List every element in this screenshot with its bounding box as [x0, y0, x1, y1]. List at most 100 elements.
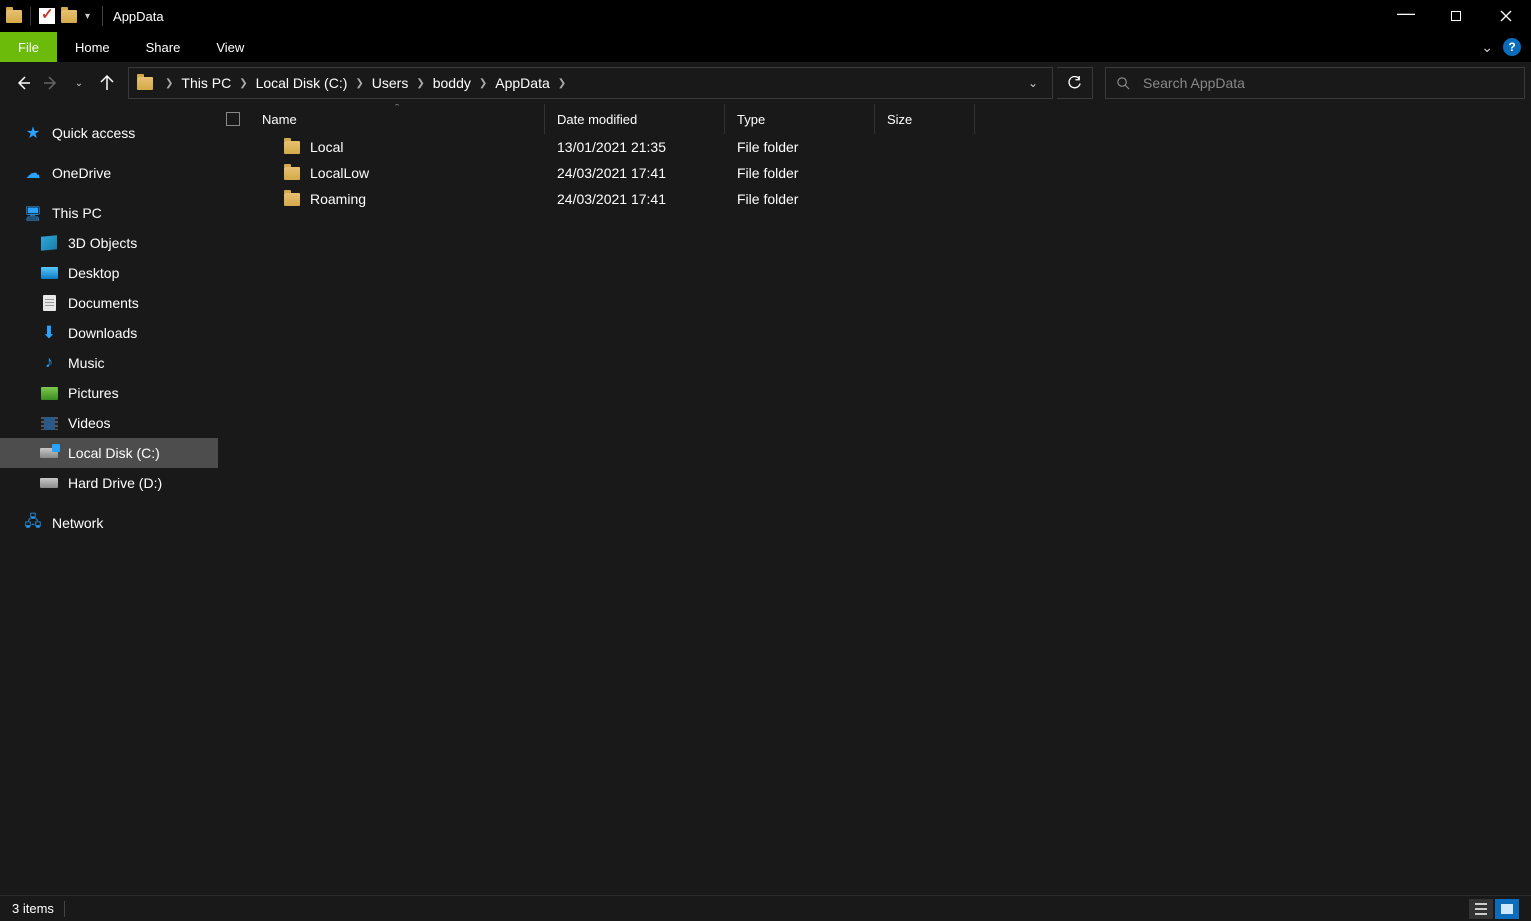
- breadcrumb-item[interactable]: AppData: [493, 75, 551, 91]
- column-label: Type: [737, 112, 765, 127]
- status-item-count: 3 items: [12, 901, 54, 916]
- chevron-right-icon[interactable]: ❯: [558, 78, 566, 89]
- back-button[interactable]: [12, 72, 34, 94]
- sort-indicator-icon: ⌃: [393, 104, 401, 113]
- new-folder-icon[interactable]: [61, 10, 77, 23]
- column-label: Size: [887, 112, 912, 127]
- cloud-icon: ☁: [24, 164, 42, 182]
- desktop-icon: [40, 264, 58, 282]
- ribbon-tabs: File Home Share View ⌄ ?: [0, 32, 1531, 62]
- tree-music[interactable]: ♪ Music: [0, 348, 218, 378]
- maximize-button[interactable]: [1431, 0, 1481, 32]
- tree-label: 3D Objects: [68, 235, 137, 251]
- star-icon: ★: [24, 124, 42, 142]
- pc-icon: 🖥: [24, 204, 42, 222]
- column-size[interactable]: Size: [875, 104, 975, 134]
- chevron-right-icon[interactable]: ❯: [416, 78, 424, 89]
- tree-label: Downloads: [68, 325, 137, 341]
- help-icon[interactable]: ?: [1503, 38, 1521, 56]
- tree-label: This PC: [52, 205, 102, 221]
- chevron-right-icon[interactable]: ❯: [479, 78, 487, 89]
- tree-desktop[interactable]: Desktop: [0, 258, 218, 288]
- separator: [64, 901, 65, 917]
- status-bar: 3 items: [0, 895, 1531, 921]
- close-button[interactable]: [1481, 0, 1531, 32]
- file-row[interactable]: LocalLow 24/03/2021 17:41 File folder: [218, 160, 1531, 186]
- search-box[interactable]: [1105, 67, 1525, 99]
- breadcrumb-item[interactable]: boddy: [431, 75, 473, 91]
- column-date[interactable]: Date modified: [545, 104, 725, 134]
- tree-pictures[interactable]: Pictures: [0, 378, 218, 408]
- file-row[interactable]: Local 13/01/2021 21:35 File folder: [218, 134, 1531, 160]
- drive-icon: [40, 444, 58, 462]
- file-date: 24/03/2021 17:41: [545, 191, 725, 207]
- qat-dropdown-icon[interactable]: ▾: [83, 11, 92, 22]
- properties-icon[interactable]: [39, 8, 55, 24]
- view-toggle: [1469, 899, 1519, 919]
- large-icons-view-button[interactable]: [1495, 899, 1519, 919]
- tree-label: Local Disk (C:): [68, 445, 160, 461]
- tab-home[interactable]: Home: [57, 32, 128, 62]
- navigation-bar: ⌄ ❯ This PC ❯ Local Disk (C:) ❯ Users ❯ …: [0, 62, 1531, 104]
- tree-label: Desktop: [68, 265, 119, 281]
- breadcrumb-item[interactable]: Users: [370, 75, 411, 91]
- tab-share[interactable]: Share: [128, 32, 199, 62]
- file-type: File folder: [725, 165, 875, 181]
- tree-onedrive[interactable]: ☁ OneDrive: [0, 158, 218, 188]
- file-name: LocalLow: [310, 165, 369, 181]
- address-bar[interactable]: ❯ This PC ❯ Local Disk (C:) ❯ Users ❯ bo…: [128, 67, 1053, 99]
- tree-downloads[interactable]: ⬇ Downloads: [0, 318, 218, 348]
- forward-button[interactable]: [40, 72, 62, 94]
- breadcrumb-item[interactable]: Local Disk (C:): [254, 75, 350, 91]
- column-checkbox[interactable]: [218, 104, 250, 134]
- tree-label: Videos: [68, 415, 111, 431]
- refresh-button[interactable]: [1057, 67, 1093, 99]
- file-row[interactable]: Roaming 24/03/2021 17:41 File folder: [218, 186, 1531, 212]
- tree-local-disk-c[interactable]: Local Disk (C:): [0, 438, 218, 468]
- folder-icon[interactable]: [6, 10, 22, 23]
- document-icon: [40, 294, 58, 312]
- download-icon: ⬇: [40, 324, 58, 342]
- window-title: AppData: [113, 9, 164, 24]
- file-type: File folder: [725, 191, 875, 207]
- column-type[interactable]: Type: [725, 104, 875, 134]
- up-button[interactable]: [96, 72, 118, 94]
- tree-hard-drive-d[interactable]: Hard Drive (D:): [0, 468, 218, 498]
- tree-3d-objects[interactable]: 3D Objects: [0, 228, 218, 258]
- 3d-icon: [40, 234, 58, 252]
- file-name: Roaming: [310, 191, 366, 207]
- videos-icon: [40, 414, 58, 432]
- tree-quick-access[interactable]: ★ Quick access: [0, 118, 218, 148]
- tree-label: Network: [52, 515, 103, 531]
- tree-videos[interactable]: Videos: [0, 408, 218, 438]
- column-headers: ⌃ Name Date modified Type Size: [218, 104, 1531, 134]
- file-date: 24/03/2021 17:41: [545, 165, 725, 181]
- search-input[interactable]: [1143, 75, 1514, 91]
- details-view-button[interactable]: [1469, 899, 1493, 919]
- tree-documents[interactable]: Documents: [0, 288, 218, 318]
- minimize-ribbon-icon[interactable]: ⌄: [1481, 39, 1493, 56]
- file-type: File folder: [725, 139, 875, 155]
- tree-label: Hard Drive (D:): [68, 475, 162, 491]
- address-dropdown-icon[interactable]: ⌄: [1018, 76, 1048, 90]
- music-icon: ♪: [40, 354, 58, 372]
- file-pane: ⌃ Name Date modified Type Size Local 13/…: [218, 104, 1531, 895]
- breadcrumb-item[interactable]: This PC: [179, 75, 233, 91]
- file-list: Local 13/01/2021 21:35 File folder Local…: [218, 134, 1531, 895]
- tab-view[interactable]: View: [198, 32, 262, 62]
- search-icon: [1116, 76, 1131, 91]
- chevron-right-icon[interactable]: ❯: [239, 78, 247, 89]
- window-controls: —: [1381, 0, 1531, 32]
- tree-network[interactable]: 🖧 Network: [0, 508, 218, 538]
- tab-file[interactable]: File: [0, 32, 57, 62]
- chevron-right-icon[interactable]: ❯: [165, 78, 173, 89]
- chevron-right-icon[interactable]: ❯: [355, 78, 363, 89]
- tree-label: Music: [68, 355, 105, 371]
- column-name[interactable]: ⌃ Name: [250, 104, 545, 134]
- recent-locations-dropdown[interactable]: ⌄: [68, 72, 90, 94]
- folder-icon: [284, 193, 300, 206]
- tree-this-pc[interactable]: 🖥 This PC: [0, 198, 218, 228]
- quick-access-toolbar: ▾: [6, 7, 92, 25]
- minimize-button[interactable]: —: [1381, 0, 1431, 32]
- tree-label: Pictures: [68, 385, 119, 401]
